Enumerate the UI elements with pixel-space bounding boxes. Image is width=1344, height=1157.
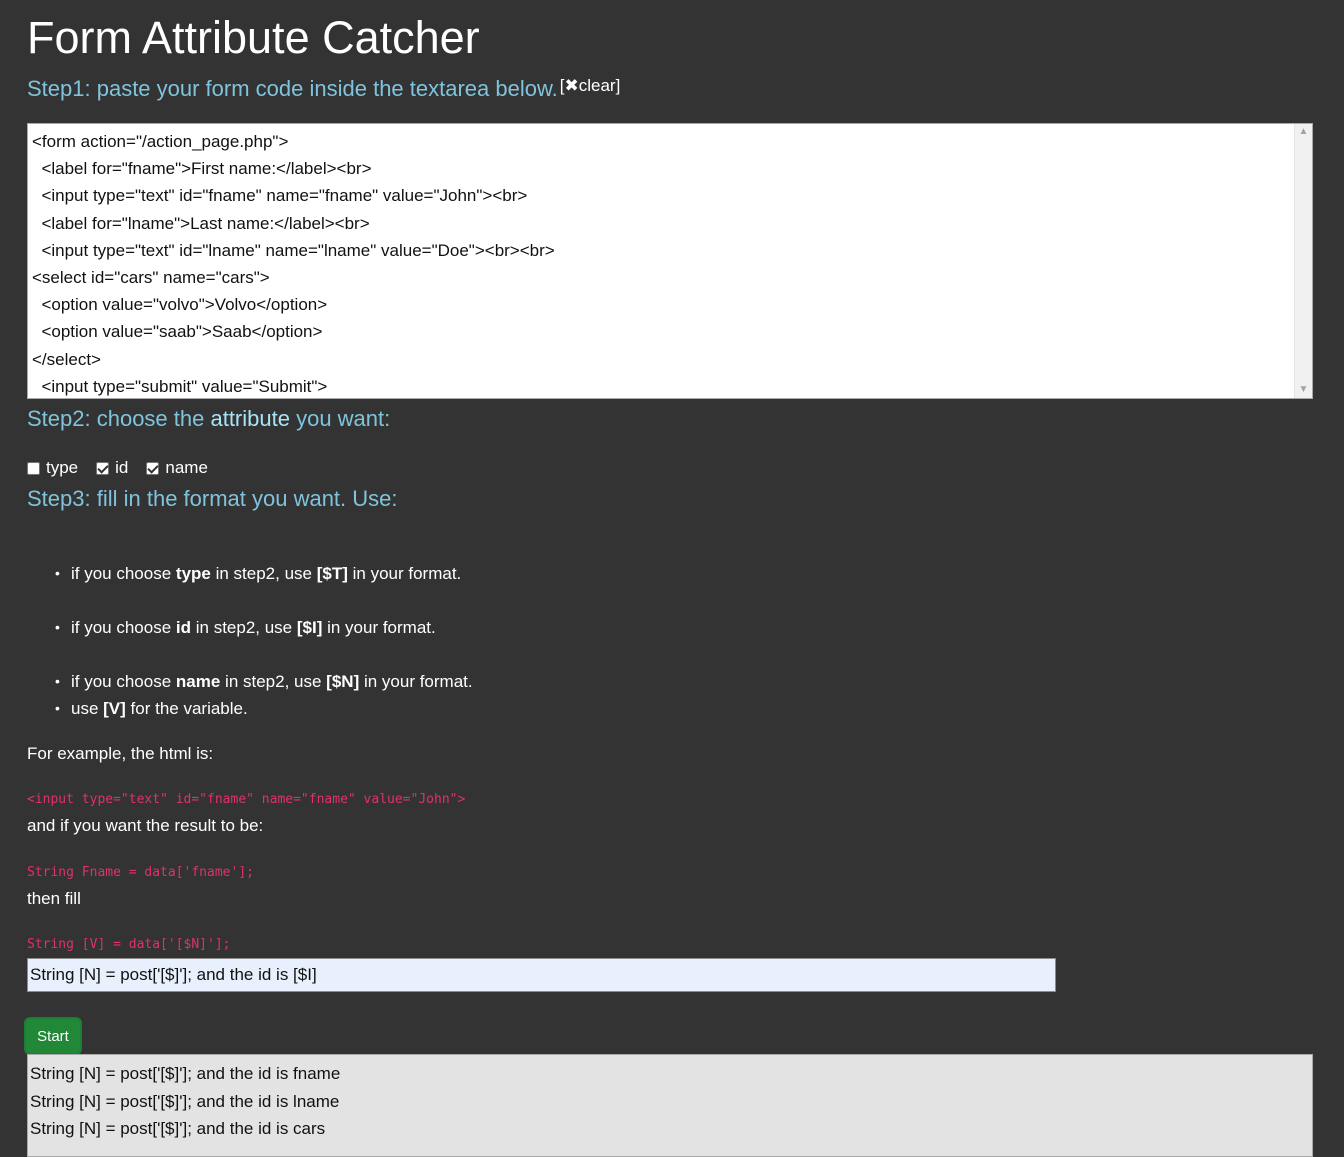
code-line: <form action="/action_page.php"> (32, 132, 289, 151)
rule-pre: if you choose (71, 672, 176, 691)
checkbox-label: type (46, 458, 79, 477)
rule-mid: in step2, use (210, 564, 317, 583)
rule-attr: name (175, 672, 221, 691)
rule-item: if you choose id in step2, use [$I] in y… (55, 614, 436, 641)
result-line: String [N] = post['[$]']; and the id is … (30, 1064, 341, 1083)
fill-intro: then fill (27, 889, 81, 908)
code-line: <select id="cars" name="cars"> (32, 267, 270, 287)
step1-text: Step1: paste your form code inside the t… (27, 76, 558, 101)
step1-heading: Step1: paste your form code inside the t… (27, 74, 620, 104)
rule-item: use [V] for the variable. (55, 695, 248, 722)
start-button[interactable]: Start (24, 1017, 82, 1055)
code-line: <input type="text" id="fname" name="fnam… (32, 186, 528, 206)
textarea-scrollbar[interactable]: ▲ ▼ (1294, 124, 1312, 398)
clear-link[interactable]: [✖clear] (560, 76, 621, 95)
scroll-up-arrow-icon[interactable]: ▲ (1295, 124, 1312, 140)
rule-code: [V] (103, 699, 126, 718)
rule-mid: in step2, use (220, 672, 327, 691)
rule-pre: if you choose (71, 564, 176, 583)
result-line: String [N] = post['[$]']; and the id is … (30, 1119, 326, 1138)
result-intro: and if you want the result to be: (27, 816, 264, 835)
rule-attr: type (175, 564, 211, 583)
rule-pre: use (71, 699, 104, 718)
code-line: <label for="fname">First name:</label><b… (32, 159, 372, 179)
rule-attr: id (175, 618, 192, 637)
rule-pre: if you choose (71, 618, 176, 637)
example-intro: For example, the html is: (27, 744, 214, 763)
checkbox-label: name (165, 458, 208, 477)
checkbox-unchecked-icon[interactable] (27, 461, 40, 475)
result-textarea[interactable]: String [N] = post['[$]']; and the id is … (27, 1054, 1313, 1157)
code-line: <option value="volvo">Volvo</option> (32, 295, 328, 315)
rule-post: in your format. (347, 564, 462, 583)
code-line: <input type="text" id="lname" name="lnam… (32, 240, 555, 260)
rule-code: [$I] (296, 618, 323, 637)
rule-code: [$T] (316, 564, 348, 583)
example-fill-code: String [V] = data['[$N]']; (27, 937, 231, 952)
step2-suffix: you want: (289, 406, 391, 431)
page-title: Form Attribute Catcher (27, 12, 480, 63)
rule-item: if you choose type in step2, use [$T] in… (55, 560, 462, 587)
code-line: <label for="lname">Last name:</label><br… (32, 213, 370, 233)
checkbox-id[interactable]: id (96, 456, 128, 480)
attribute-checkboxes: type id name (27, 456, 226, 480)
code-line: <option value="saab">Saab</option> (32, 322, 323, 342)
rule-item: if you choose name in step2, use [$N] in… (55, 668, 473, 695)
checkbox-type[interactable]: type (27, 456, 78, 480)
checkbox-checked-icon[interactable] (96, 461, 110, 475)
example-html-code: <input type="text" id="fname" name="fnam… (27, 792, 466, 807)
checkbox-name[interactable]: name (146, 456, 208, 480)
step3-heading: Step3: fill in the format you want. Use: (27, 486, 398, 511)
result-lines: String [N] = post['[$]']; and the id is … (30, 1060, 1310, 1143)
example-result-code: String Fname = data['fname']; (27, 865, 254, 880)
code-lines: <form action="/action_page.php"> <label … (32, 128, 1288, 398)
code-line: <input type="submit" value="Submit"> (32, 376, 328, 396)
step2-attribute-highlight: attribute (210, 406, 290, 431)
checkbox-label: id (115, 458, 129, 477)
format-input[interactable] (27, 958, 1056, 992)
rule-mid: in step2, use (191, 618, 297, 637)
rule-post: in your format. (359, 672, 473, 691)
checkbox-checked-icon[interactable] (146, 461, 160, 475)
code-line: </select> (32, 349, 101, 369)
result-line: String [N] = post['[$]']; and the id is … (30, 1091, 340, 1111)
step2-prefix: Step2: choose the (27, 406, 211, 431)
form-code-textarea[interactable]: <form action="/action_page.php"> <label … (27, 123, 1313, 399)
scroll-down-arrow-icon[interactable]: ▼ (1295, 382, 1312, 398)
rule-code: [$N] (326, 672, 360, 691)
rule-post: for the variable. (125, 699, 248, 718)
rule-post: in your format. (322, 618, 436, 637)
step2-heading: Step2: choose the attribute you want: (27, 404, 390, 434)
